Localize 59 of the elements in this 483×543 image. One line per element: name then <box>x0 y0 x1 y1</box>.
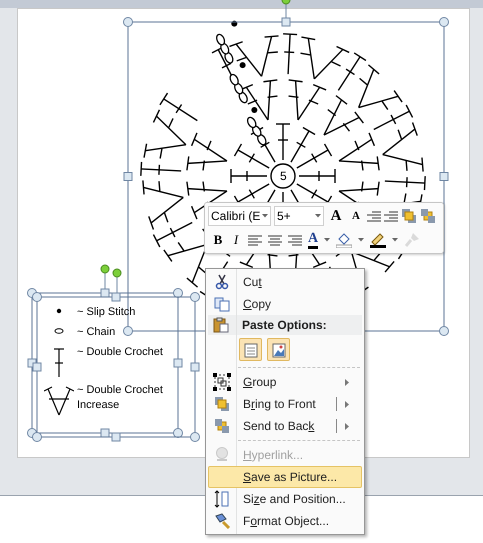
submenu-arrow-icon <box>345 400 349 408</box>
font-combo[interactable]: Calibri (E <box>208 206 271 226</box>
shrink-font-button[interactable]: A <box>348 210 364 222</box>
legend-label: ~ Chain <box>77 325 116 340</box>
double-crochet-icon <box>52 348 64 378</box>
document-icon <box>244 342 258 358</box>
dropdown-arrow-icon <box>324 238 330 242</box>
font-size-combo[interactable]: 5+ <box>274 206 324 226</box>
menu-item[interactable]: Bring to Front <box>208 393 362 415</box>
font-color-button[interactable]: A <box>308 232 318 248</box>
send-to-back-icon <box>420 208 436 224</box>
dropdown-arrow-icon <box>315 214 321 218</box>
menu-header: Paste Options: <box>242 317 327 334</box>
center-ring <box>270 163 296 189</box>
legend-label: ~ Double Crochet Increase <box>77 383 164 413</box>
menu-item[interactable]: Format Object... <box>208 510 362 532</box>
globe-link-icon <box>214 447 230 463</box>
chain-stitch-icon <box>54 328 64 334</box>
group-icon <box>213 373 231 391</box>
paste-picture-button[interactable] <box>267 338 290 361</box>
legend-label: ~ Double Crochet <box>77 345 163 360</box>
resize-handle[interactable] <box>440 172 448 181</box>
slip-stitch-icon <box>56 308 62 314</box>
menu-item[interactable]: Save as Picture... <box>208 466 362 488</box>
clipboard-icon <box>213 317 229 333</box>
submenu-arrow-icon <box>345 378 349 386</box>
menu-item[interactable]: Send to Back <box>208 415 362 437</box>
menu-item[interactable]: Copy <box>208 293 362 315</box>
align-right-icon <box>288 234 302 246</box>
menu-item[interactable]: Group <box>208 371 362 393</box>
dropdown-arrow-icon <box>262 214 268 218</box>
bring-to-front-icon <box>401 208 417 224</box>
fill-bucket-icon <box>336 232 352 248</box>
dropdown-arrow-icon <box>358 238 364 242</box>
menu-item[interactable]: Size and Position... <box>208 488 362 510</box>
grow-font-button[interactable]: A <box>327 208 345 224</box>
bring-to-front-icon <box>214 396 230 412</box>
format-object-icon <box>214 513 230 529</box>
chart-center-label: 5 <box>280 169 287 183</box>
menu-item[interactable]: Cut <box>208 271 362 293</box>
send-to-back-icon <box>214 418 230 434</box>
dropdown-arrow-icon <box>392 238 398 242</box>
increase-stitch-icon <box>44 386 74 416</box>
copy-icon <box>214 296 230 312</box>
increase-indent-icon <box>384 210 398 222</box>
scissors-icon <box>215 274 229 290</box>
picture-icon <box>272 342 286 358</box>
paste-keep-button[interactable] <box>239 338 262 361</box>
italic-button[interactable]: I <box>230 230 242 250</box>
resize-handle[interactable] <box>124 172 132 181</box>
submenu-arrow-icon <box>345 422 349 430</box>
align-center-icon <box>268 234 282 246</box>
decrease-indent-icon <box>367 210 381 222</box>
bold-button[interactable]: B <box>212 230 224 250</box>
pen-outline-icon <box>370 232 386 248</box>
rotation-handle[interactable] <box>282 0 290 4</box>
size-icon <box>214 490 230 508</box>
resize-handle[interactable] <box>282 18 290 26</box>
align-left-icon <box>248 234 262 246</box>
